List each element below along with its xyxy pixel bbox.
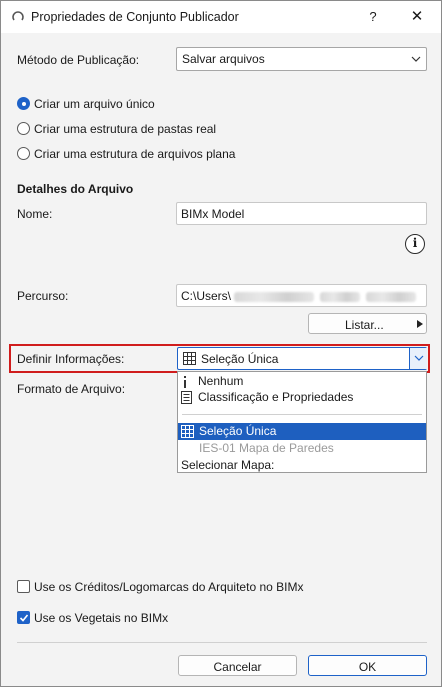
radio-flat-structure[interactable]	[17, 147, 30, 160]
chevron-down-icon	[414, 355, 424, 361]
dropdown-item-select-map[interactable]: Selecionar Mapa:	[178, 457, 426, 474]
radio-single-file-label[interactable]: Criar um arquivo único	[34, 97, 155, 111]
info-icon[interactable]: i	[405, 234, 425, 254]
dropdown-item-wall-map-label: IES-01 Mapa de Paredes	[199, 441, 334, 455]
define-info-value: Seleção Única	[201, 352, 279, 366]
app-icon	[12, 11, 24, 21]
cancel-button[interactable]: Cancelar	[178, 655, 297, 676]
list-button[interactable]: Listar...	[308, 313, 427, 334]
checkmark-icon	[19, 614, 29, 622]
close-button[interactable]: ✕	[397, 3, 437, 31]
path-label: Percurso:	[17, 289, 69, 303]
vegetation-checkbox-label[interactable]: Use os Vegetais no BIMx	[34, 611, 168, 625]
info-bar-icon	[184, 376, 186, 388]
path-value: C:\Users\	[181, 289, 417, 303]
vegetation-checkbox[interactable]	[17, 611, 30, 624]
dropdown-toggle[interactable]	[409, 348, 427, 369]
dropdown-separator	[182, 414, 422, 415]
name-input[interactable]: BIMx Model	[176, 202, 427, 225]
title-bar: Propriedades de Conjunto Publicador ? ✕	[1, 1, 441, 33]
ok-button[interactable]: OK	[308, 655, 427, 676]
name-label: Nome:	[17, 207, 53, 221]
publish-method-select[interactable]: Salvar arquivos	[176, 47, 427, 71]
dropdown-item-wall-map: IES-01 Mapa de Paredes	[178, 440, 426, 457]
name-value: BIMx Model	[181, 207, 245, 221]
file-details-heading: Detalhes do Arquivo	[17, 182, 134, 196]
footer-separator	[17, 642, 427, 643]
window-title: Propriedades de Conjunto Publicador	[31, 10, 239, 24]
publish-method-label: Método de Publicação:	[17, 53, 140, 67]
radio-single-file[interactable]	[17, 97, 30, 110]
document-icon	[181, 391, 192, 404]
file-format-label: Formato de Arquivo:	[17, 382, 126, 396]
chevron-down-icon	[411, 56, 421, 62]
radio-flat-structure-label[interactable]: Criar uma estrutura de arquivos plana	[34, 147, 235, 161]
list-button-label: Listar...	[345, 318, 384, 332]
radio-real-folders-label[interactable]: Criar uma estrutura de pastas real	[34, 122, 216, 136]
dropdown-item-single-selection[interactable]: Seleção Única	[178, 423, 426, 440]
grid-icon	[183, 352, 196, 365]
path-input[interactable]: C:\Users\	[176, 284, 427, 307]
dropdown-item-classification[interactable]: Classificação e Propriedades	[178, 389, 426, 406]
radio-real-folders[interactable]	[17, 122, 30, 135]
dropdown-item-classification-label: Classificação e Propriedades	[198, 390, 354, 404]
cancel-button-label: Cancelar	[213, 660, 262, 674]
credits-checkbox[interactable]	[17, 580, 30, 593]
dropdown-item-none[interactable]: Nenhum	[178, 373, 426, 390]
dropdown-item-select-map-label: Selecionar Mapa:	[181, 458, 275, 472]
chevron-right-icon	[417, 320, 423, 328]
ok-button-label: OK	[358, 660, 377, 674]
define-info-select[interactable]: Seleção Única	[177, 347, 427, 370]
define-info-dropdown: Nenhum Classificação e Propriedades Sele…	[177, 371, 427, 473]
publish-method-value: Salvar arquivos	[182, 52, 265, 66]
grid-icon	[181, 425, 194, 438]
credits-checkbox-label[interactable]: Use os Créditos/Logomarcas do Arquiteto …	[34, 580, 303, 594]
help-button[interactable]: ?	[359, 3, 387, 31]
dropdown-item-single-selection-label: Seleção Única	[199, 424, 277, 438]
publisher-set-properties-dialog: Propriedades de Conjunto Publicador ? ✕ …	[0, 0, 442, 687]
dropdown-item-none-label: Nenhum	[198, 374, 244, 388]
define-info-label: Definir Informações:	[17, 352, 125, 366]
